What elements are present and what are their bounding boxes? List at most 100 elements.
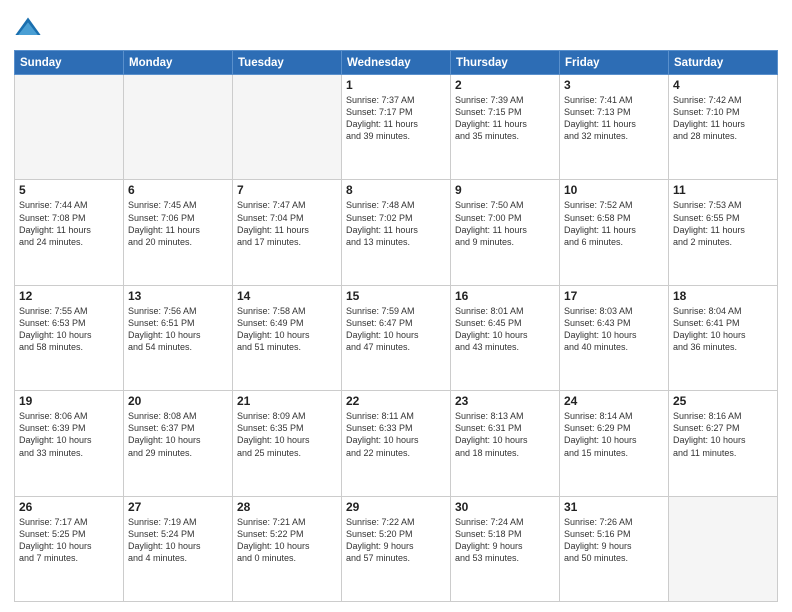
day-info: Sunrise: 7:19 AM Sunset: 5:24 PM Dayligh… — [128, 516, 228, 565]
day-number: 22 — [346, 394, 446, 408]
day-number: 10 — [564, 183, 664, 197]
weekday-header-tuesday: Tuesday — [233, 51, 342, 75]
day-number: 5 — [19, 183, 119, 197]
weekday-header-monday: Monday — [124, 51, 233, 75]
day-info: Sunrise: 7:42 AM Sunset: 7:10 PM Dayligh… — [673, 94, 773, 143]
weekday-header-row: SundayMondayTuesdayWednesdayThursdayFrid… — [15, 51, 778, 75]
day-number: 7 — [237, 183, 337, 197]
calendar-cell: 29 Sunrise: 7:22 AM Sunset: 5:20 PM Dayli… — [342, 496, 451, 601]
day-number: 16 — [455, 289, 555, 303]
day-info: Sunrise: 7:55 AM Sunset: 6:53 PM Dayligh… — [19, 305, 119, 354]
weekday-header-saturday: Saturday — [669, 51, 778, 75]
day-info: Sunrise: 7:58 AM Sunset: 6:49 PM Dayligh… — [237, 305, 337, 354]
day-number: 25 — [673, 394, 773, 408]
day-info: Sunrise: 7:39 AM Sunset: 7:15 PM Dayligh… — [455, 94, 555, 143]
calendar-cell: 4 Sunrise: 7:42 AM Sunset: 7:10 PM Daylig… — [669, 75, 778, 180]
day-number: 2 — [455, 78, 555, 92]
calendar-cell: 5 Sunrise: 7:44 AM Sunset: 7:08 PM Daylig… — [15, 180, 124, 285]
day-number: 15 — [346, 289, 446, 303]
calendar-cell: 7 Sunrise: 7:47 AM Sunset: 7:04 PM Daylig… — [233, 180, 342, 285]
day-info: Sunrise: 8:09 AM Sunset: 6:35 PM Dayligh… — [237, 410, 337, 459]
calendar-cell: 17Sunrise: 8:03 AM Sunset: 6:43 PM Dayli… — [560, 285, 669, 390]
day-number: 12 — [19, 289, 119, 303]
day-info: Sunrise: 8:03 AM Sunset: 6:43 PM Dayligh… — [564, 305, 664, 354]
calendar-cell: 15 Sunrise: 7:59 AM Sunset: 6:47 PM Dayli… — [342, 285, 451, 390]
day-info: Sunrise: 8:11 AM Sunset: 6:33 PM Dayligh… — [346, 410, 446, 459]
day-number: 29 — [346, 500, 446, 514]
calendar-cell: 20 Sunrise: 8:08 AM Sunset: 6:37 PM Dayli… — [124, 391, 233, 496]
calendar-cell — [124, 75, 233, 180]
day-info: Sunrise: 7:44 AM Sunset: 7:08 PM Dayligh… — [19, 199, 119, 248]
day-info: Sunrise: 7:48 AM Sunset: 7:02 PM Dayligh… — [346, 199, 446, 248]
week-row-5: 26Sunrise: 7:17 AM Sunset: 5:25 PM Dayli… — [15, 496, 778, 601]
day-number: 30 — [455, 500, 555, 514]
calendar-cell: 9 Sunrise: 7:50 AM Sunset: 7:00 PM Daylig… — [451, 180, 560, 285]
day-number: 23 — [455, 394, 555, 408]
day-number: 31 — [564, 500, 664, 514]
calendar-cell: 10 Sunrise: 7:52 AM Sunset: 6:58 PM Dayli… — [560, 180, 669, 285]
day-info: Sunrise: 8:04 AM Sunset: 6:41 PM Dayligh… — [673, 305, 773, 354]
day-info: Sunrise: 7:45 AM Sunset: 7:06 PM Dayligh… — [128, 199, 228, 248]
day-info: Sunrise: 7:21 AM Sunset: 5:22 PM Dayligh… — [237, 516, 337, 565]
weekday-header-wednesday: Wednesday — [342, 51, 451, 75]
calendar-cell: 25 Sunrise: 8:16 AM Sunset: 6:27 PM Dayli… — [669, 391, 778, 496]
day-number: 14 — [237, 289, 337, 303]
logo — [14, 14, 46, 42]
calendar-cell: 11 Sunrise: 7:53 AM Sunset: 6:55 PM Dayli… — [669, 180, 778, 285]
calendar-cell: 30 Sunrise: 7:24 AM Sunset: 5:18 PM Dayli… — [451, 496, 560, 601]
calendar-cell: 6 Sunrise: 7:45 AM Sunset: 7:06 PM Daylig… — [124, 180, 233, 285]
calendar-cell: 3 Sunrise: 7:41 AM Sunset: 7:13 PM Daylig… — [560, 75, 669, 180]
day-info: Sunrise: 7:53 AM Sunset: 6:55 PM Dayligh… — [673, 199, 773, 248]
day-number: 19 — [19, 394, 119, 408]
week-row-1: 1 Sunrise: 7:37 AM Sunset: 7:17 PM Daylig… — [15, 75, 778, 180]
day-number: 3 — [564, 78, 664, 92]
day-number: 20 — [128, 394, 228, 408]
calendar-cell: 12 Sunrise: 7:55 AM Sunset: 6:53 PM Dayli… — [15, 285, 124, 390]
day-number: 6 — [128, 183, 228, 197]
weekday-header-friday: Friday — [560, 51, 669, 75]
weekday-header-thursday: Thursday — [451, 51, 560, 75]
calendar-cell: 27Sunrise: 7:19 AM Sunset: 5:24 PM Dayli… — [124, 496, 233, 601]
day-number: 18 — [673, 289, 773, 303]
day-number: 11 — [673, 183, 773, 197]
header — [14, 10, 778, 42]
day-info: Sunrise: 7:24 AM Sunset: 5:18 PM Dayligh… — [455, 516, 555, 565]
week-row-2: 5 Sunrise: 7:44 AM Sunset: 7:08 PM Daylig… — [15, 180, 778, 285]
calendar-container: SundayMondayTuesdayWednesdayThursdayFrid… — [0, 0, 792, 612]
calendar-cell: 26Sunrise: 7:17 AM Sunset: 5:25 PM Dayli… — [15, 496, 124, 601]
calendar-cell: 19 Sunrise: 8:06 AM Sunset: 6:39 PM Dayli… — [15, 391, 124, 496]
day-info: Sunrise: 7:52 AM Sunset: 6:58 PM Dayligh… — [564, 199, 664, 248]
calendar-cell — [15, 75, 124, 180]
calendar-cell: 23Sunrise: 8:13 AM Sunset: 6:31 PM Dayli… — [451, 391, 560, 496]
day-info: Sunrise: 7:26 AM Sunset: 5:16 PM Dayligh… — [564, 516, 664, 565]
calendar-cell: 31 Sunrise: 7:26 AM Sunset: 5:16 PM Dayli… — [560, 496, 669, 601]
day-info: Sunrise: 8:16 AM Sunset: 6:27 PM Dayligh… — [673, 410, 773, 459]
calendar-cell: 22 Sunrise: 8:11 AM Sunset: 6:33 PM Dayli… — [342, 391, 451, 496]
logo-icon — [14, 14, 42, 42]
calendar-cell: 13 Sunrise: 7:56 AM Sunset: 6:51 PM Dayli… — [124, 285, 233, 390]
day-number: 28 — [237, 500, 337, 514]
day-info: Sunrise: 7:17 AM Sunset: 5:25 PM Dayligh… — [19, 516, 119, 565]
day-info: Sunrise: 8:06 AM Sunset: 6:39 PM Dayligh… — [19, 410, 119, 459]
day-info: Sunrise: 7:50 AM Sunset: 7:00 PM Dayligh… — [455, 199, 555, 248]
day-info: Sunrise: 7:41 AM Sunset: 7:13 PM Dayligh… — [564, 94, 664, 143]
calendar-cell: 28 Sunrise: 7:21 AM Sunset: 5:22 PM Dayli… — [233, 496, 342, 601]
day-number: 1 — [346, 78, 446, 92]
day-number: 24 — [564, 394, 664, 408]
day-info: Sunrise: 7:47 AM Sunset: 7:04 PM Dayligh… — [237, 199, 337, 248]
calendar-cell: 8Sunrise: 7:48 AM Sunset: 7:02 PM Daylig… — [342, 180, 451, 285]
week-row-3: 12 Sunrise: 7:55 AM Sunset: 6:53 PM Dayli… — [15, 285, 778, 390]
day-info: Sunrise: 8:14 AM Sunset: 6:29 PM Dayligh… — [564, 410, 664, 459]
calendar-cell: 16 Sunrise: 8:01 AM Sunset: 6:45 PM Dayli… — [451, 285, 560, 390]
day-number: 9 — [455, 183, 555, 197]
day-info: Sunrise: 8:08 AM Sunset: 6:37 PM Dayligh… — [128, 410, 228, 459]
calendar-cell: 1 Sunrise: 7:37 AM Sunset: 7:17 PM Daylig… — [342, 75, 451, 180]
day-info: Sunrise: 7:22 AM Sunset: 5:20 PM Dayligh… — [346, 516, 446, 565]
day-number: 4 — [673, 78, 773, 92]
day-number: 13 — [128, 289, 228, 303]
calendar-cell: 21Sunrise: 8:09 AM Sunset: 6:35 PM Dayli… — [233, 391, 342, 496]
day-info: Sunrise: 8:01 AM Sunset: 6:45 PM Dayligh… — [455, 305, 555, 354]
day-info: Sunrise: 7:59 AM Sunset: 6:47 PM Dayligh… — [346, 305, 446, 354]
day-info: Sunrise: 7:56 AM Sunset: 6:51 PM Dayligh… — [128, 305, 228, 354]
day-info: Sunrise: 7:37 AM Sunset: 7:17 PM Dayligh… — [346, 94, 446, 143]
